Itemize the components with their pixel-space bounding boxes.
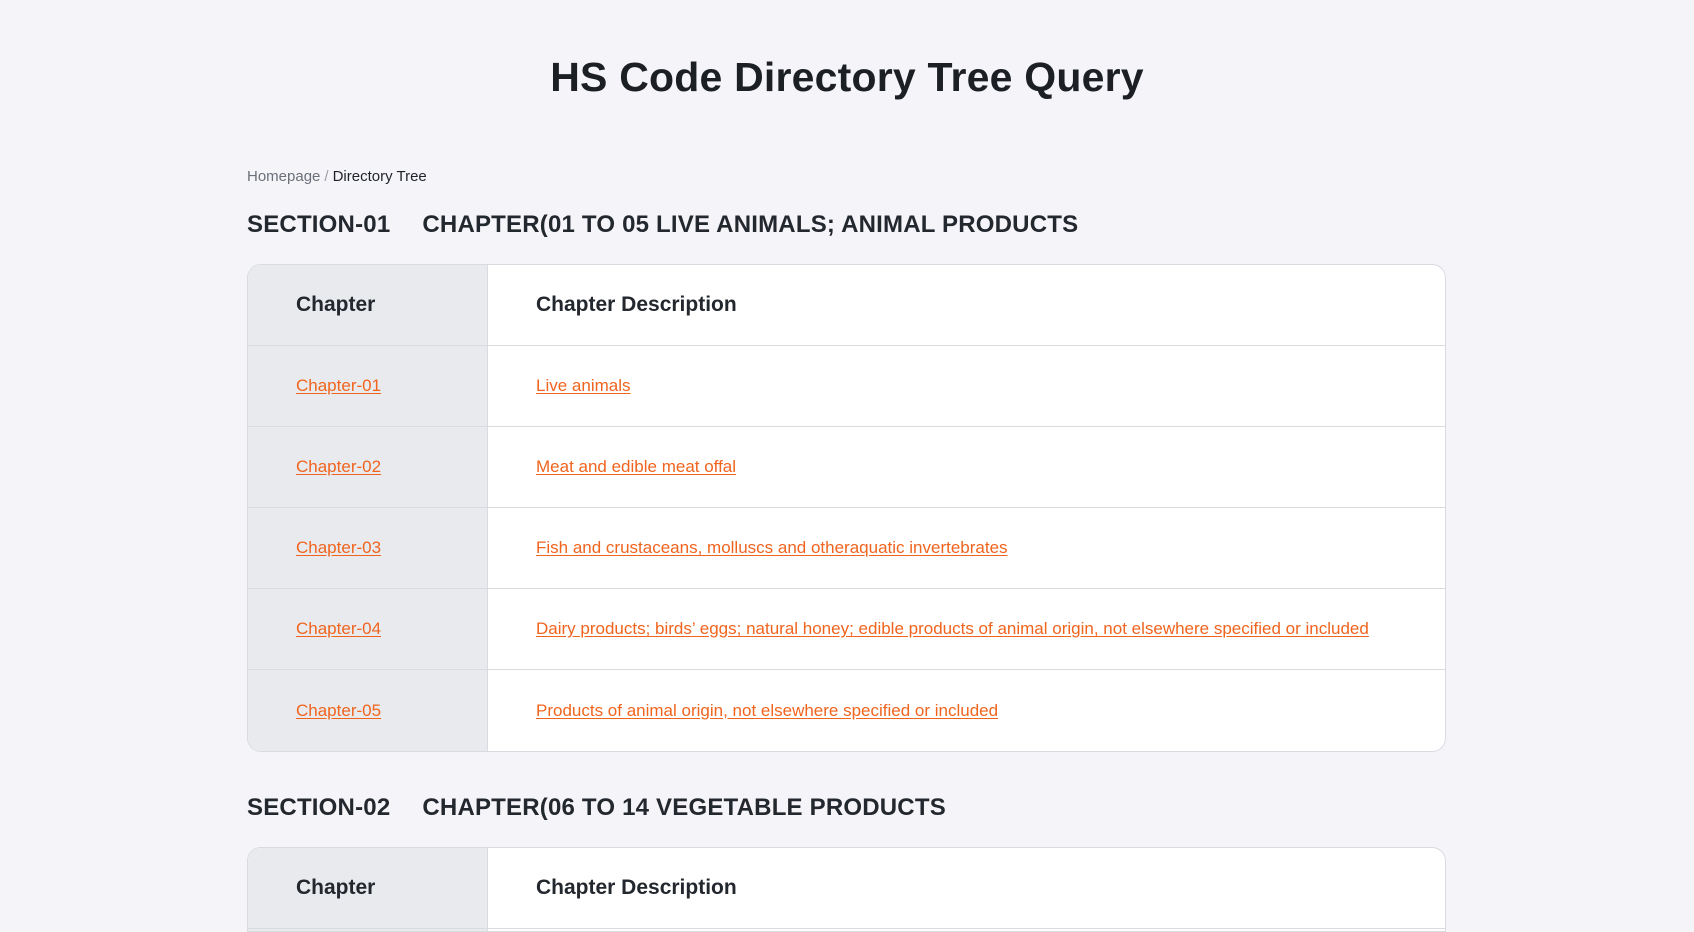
page-title: HS Code Directory Tree Query (550, 54, 1144, 100)
column-header-chapter: Chapter (248, 265, 488, 345)
section-heading: CHAPTER(06 TO 14 VEGETABLE PRODUCTS (422, 794, 946, 821)
section-title-01: SECTION-01 CHAPTER(01 TO 05 LIVE ANIMALS;… (247, 210, 1078, 240)
column-header-description: Chapter Description (536, 876, 737, 899)
table-row: Chapter-01 Live animals (248, 346, 1445, 427)
chapter-link-03[interactable]: Chapter-03 (296, 538, 381, 558)
chapter-description-link-03[interactable]: Fish and crustaceans, molluscs and other… (536, 538, 1008, 558)
table-row: Chapter-04 Dairy products; birds’ eggs; … (248, 589, 1445, 670)
table-row: Chapter-02 Meat and edible meat offal (248, 427, 1445, 508)
chapter-table-section-02: Chapter Chapter Description (247, 847, 1446, 932)
breadcrumb: Homepage / Directory Tree (247, 167, 427, 187)
chapter-table-section-01: Chapter Chapter Description Chapter-01 L… (247, 264, 1446, 752)
table-header-row: Chapter Chapter Description (248, 265, 1445, 346)
section-heading: CHAPTER(01 TO 05 LIVE ANIMALS; ANIMAL PR… (422, 211, 1079, 238)
chapter-link-01[interactable]: Chapter-01 (296, 376, 381, 396)
chapter-description-link-01[interactable]: Live animals (536, 376, 631, 396)
breadcrumb-current: Directory Tree (332, 168, 427, 185)
column-header-description: Chapter Description (536, 293, 737, 316)
chapter-description-link-04[interactable]: Dairy products; birds’ eggs; natural hon… (536, 619, 1369, 639)
column-header-chapter: Chapter (248, 848, 488, 928)
chapter-description-link-02[interactable]: Meat and edible meat offal (536, 457, 736, 477)
breadcrumb-home-link[interactable]: Homepage (247, 168, 320, 185)
table-header-row: Chapter Chapter Description (248, 848, 1445, 929)
chapter-link-02[interactable]: Chapter-02 (296, 457, 381, 477)
section-code: SECTION-02 (247, 794, 391, 821)
table-row: Chapter-05 Products of animal origin, no… (248, 670, 1445, 751)
chapter-link-04[interactable]: Chapter-04 (296, 619, 381, 639)
table-row: Chapter-03 Fish and crustaceans, mollusc… (248, 508, 1445, 589)
section-code: SECTION-01 (247, 211, 391, 238)
chapter-description-link-05[interactable]: Products of animal origin, not elsewhere… (536, 701, 998, 721)
section-title-02: SECTION-02 CHAPTER(06 TO 14 VEGETABLE PRO… (247, 793, 946, 823)
breadcrumb-separator: / (324, 168, 329, 185)
chapter-link-05[interactable]: Chapter-05 (296, 701, 381, 721)
